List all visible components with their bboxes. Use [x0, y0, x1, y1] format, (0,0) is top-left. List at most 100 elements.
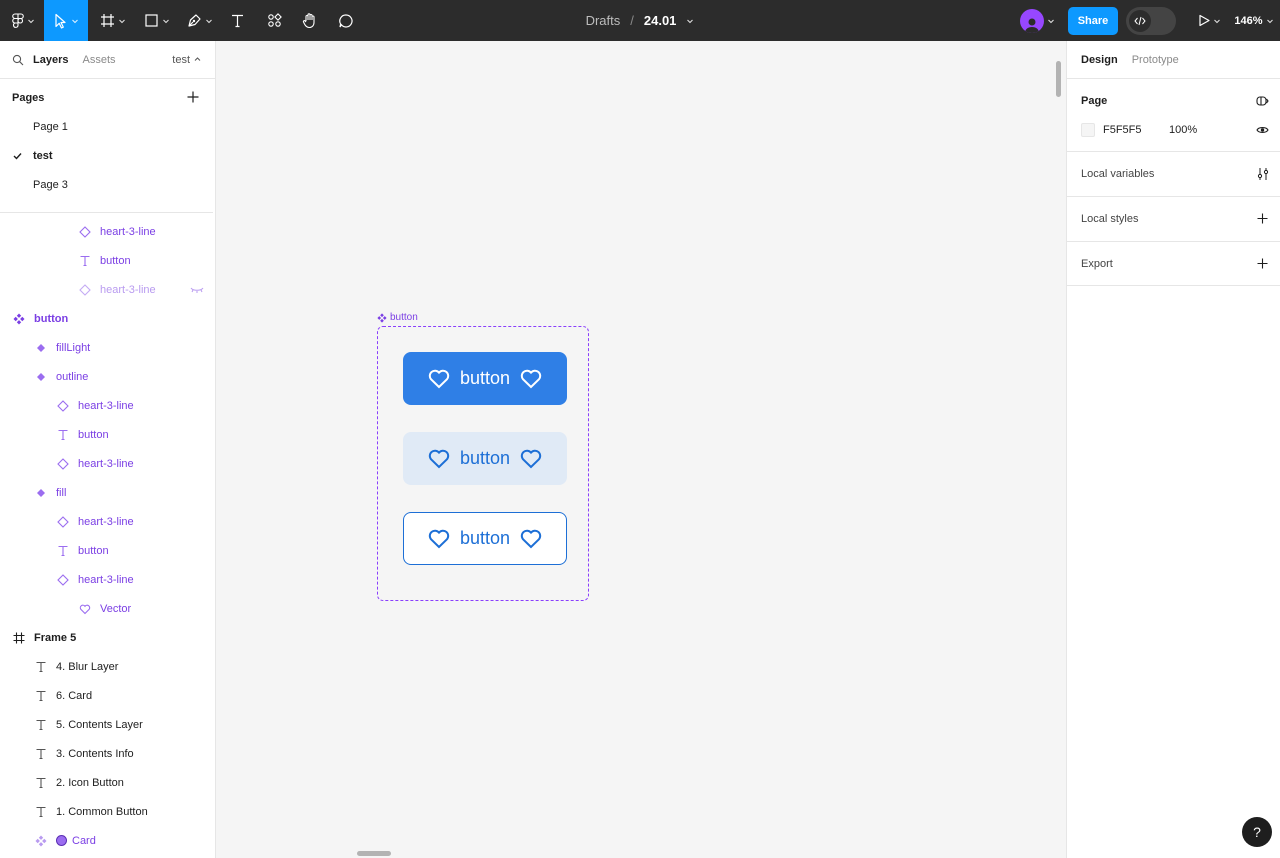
- properties-panel: Design Prototype Page F5F5F5 100% Local …: [1066, 41, 1280, 858]
- layer-row[interactable]: Vector: [78, 594, 131, 623]
- instance-icon: [78, 283, 92, 297]
- chevron-down-icon[interactable]: [686, 17, 694, 25]
- layer-row[interactable]: fill: [34, 478, 66, 507]
- plus-icon[interactable]: [1257, 258, 1268, 269]
- button-label: button: [459, 448, 511, 468]
- search-icon[interactable]: [12, 54, 24, 66]
- layers-panel: Layers Assets test Pages Page 1 test Pag…: [0, 41, 216, 858]
- avatar: [1019, 8, 1044, 33]
- layer-row[interactable]: button: [56, 420, 109, 449]
- layer-row[interactable]: Frame 5: [12, 623, 76, 652]
- button-variant-fill-light[interactable]: button: [403, 432, 567, 485]
- layer-row[interactable]: 1. Common Button: [34, 797, 148, 826]
- layer-row[interactable]: button: [56, 536, 109, 565]
- hand-tool-button[interactable]: [296, 0, 324, 41]
- layer-label: 1. Common Button: [56, 805, 148, 818]
- button-variant-fill[interactable]: button: [403, 352, 567, 405]
- user-icon: [1024, 18, 1039, 33]
- eye-closed-icon[interactable]: [190, 286, 204, 294]
- plus-icon[interactable]: [1257, 213, 1268, 224]
- page-color-hex[interactable]: F5F5F5: [1103, 124, 1142, 136]
- layer-label: heart-3-line: [100, 283, 156, 296]
- heart-icon: [428, 449, 450, 468]
- horizontal-scrollbar[interactable]: [357, 851, 391, 856]
- layer-row[interactable]: heart-3-line: [56, 507, 134, 536]
- tab-assets[interactable]: Assets: [82, 54, 115, 66]
- layer-label: Vector: [100, 602, 132, 615]
- layer-label: Card: [72, 834, 96, 847]
- layer-row[interactable]: 4. Blur Layer: [34, 652, 118, 681]
- layer-row[interactable]: 2. Icon Button: [34, 768, 124, 797]
- layer-row[interactable]: 3. Contents Info: [34, 739, 134, 768]
- local-styles-label: Local styles: [1081, 213, 1139, 225]
- share-button[interactable]: Share: [1068, 6, 1118, 35]
- layer-row[interactable]: heart-3-line: [78, 217, 156, 246]
- layer-row[interactable]: 5. Contents Layer: [34, 710, 143, 739]
- help-button[interactable]: ?: [1242, 817, 1272, 847]
- page-item-selected[interactable]: test: [33, 141, 213, 170]
- page-item[interactable]: Page 1: [33, 112, 213, 141]
- present-button[interactable]: [1192, 0, 1226, 41]
- dev-mode-toggle[interactable]: [1126, 0, 1176, 41]
- layer-label: heart-3-line: [78, 515, 134, 528]
- layer-label: heart-3-line: [78, 399, 134, 412]
- text-icon: [34, 776, 48, 790]
- layer-row[interactable]: button: [12, 304, 68, 333]
- layer-row-hidden[interactable]: heart-3-line: [78, 275, 208, 304]
- layer-row[interactable]: heart-3-line: [56, 449, 134, 478]
- layer-row[interactable]: Card: [34, 826, 96, 855]
- component-set-label[interactable]: button: [377, 312, 418, 323]
- frame-tool-button[interactable]: [96, 0, 130, 41]
- resources-button[interactable]: [260, 0, 288, 41]
- zoom-menu[interactable]: 146%: [1232, 0, 1276, 41]
- sliders-icon[interactable]: [1257, 167, 1269, 181]
- file-name[interactable]: 24.01: [644, 13, 677, 28]
- eye-icon[interactable]: [1256, 125, 1269, 135]
- layer-row[interactable]: button: [78, 246, 131, 275]
- shape-tool-button[interactable]: [140, 0, 174, 41]
- layer-label: 5. Contents Layer: [56, 718, 143, 731]
- page-color-opacity[interactable]: 100%: [1169, 124, 1197, 136]
- add-page-icon[interactable]: [187, 91, 199, 103]
- layer-row[interactable]: heart-3-line: [56, 565, 134, 594]
- pages-section: Pages Page 1 test Page 3: [0, 79, 213, 213]
- text-tool-button[interactable]: [224, 0, 250, 41]
- chevron-down-icon: [119, 19, 125, 23]
- page-heading: Page: [1081, 95, 1108, 107]
- layer-label: button: [78, 544, 109, 557]
- heart-icon: [520, 369, 542, 388]
- tab-design[interactable]: Design: [1081, 54, 1118, 66]
- component-set-icon: [12, 312, 26, 326]
- layer-label: 6. Card: [56, 689, 93, 702]
- canvas[interactable]: button button button button: [216, 41, 1066, 858]
- page-switcher[interactable]: test: [172, 54, 201, 66]
- layer-row[interactable]: 6. Card: [34, 681, 92, 710]
- help-label: ?: [1253, 824, 1261, 840]
- export-section[interactable]: Export: [1067, 242, 1280, 286]
- button-variant-outline[interactable]: button: [403, 512, 567, 565]
- layer-row[interactable]: heart-3-line: [56, 391, 134, 420]
- layer-label: 4. Blur Layer: [56, 660, 119, 673]
- local-variables-section[interactable]: Local variables: [1067, 152, 1280, 197]
- local-styles-section[interactable]: Local styles: [1067, 197, 1280, 242]
- comment-icon: [339, 13, 353, 28]
- layer-row[interactable]: outline: [34, 362, 88, 391]
- layer-row[interactable]: fillLight: [34, 333, 90, 362]
- instance-icon: [56, 399, 70, 413]
- vertical-scrollbar[interactable]: [1056, 61, 1061, 97]
- tab-layers[interactable]: Layers: [33, 54, 68, 66]
- page-color-swatch[interactable]: [1081, 123, 1095, 137]
- color-swatch-icon: [56, 835, 67, 846]
- tab-prototype[interactable]: Prototype: [1132, 54, 1179, 66]
- page-settings-icon[interactable]: [1256, 95, 1269, 107]
- move-tool-button[interactable]: [44, 0, 88, 41]
- breadcrumb-project[interactable]: Drafts: [586, 13, 621, 28]
- main-menu-button[interactable]: [4, 0, 42, 41]
- pen-tool-button[interactable]: [182, 0, 216, 41]
- component-icon: [34, 486, 48, 500]
- resources-icon: [267, 13, 282, 27]
- comment-tool-button[interactable]: [332, 0, 360, 41]
- component-set-icon: [377, 312, 387, 323]
- multiplayer-avatar-button[interactable]: [1014, 0, 1060, 41]
- page-item[interactable]: Page 3: [33, 170, 213, 199]
